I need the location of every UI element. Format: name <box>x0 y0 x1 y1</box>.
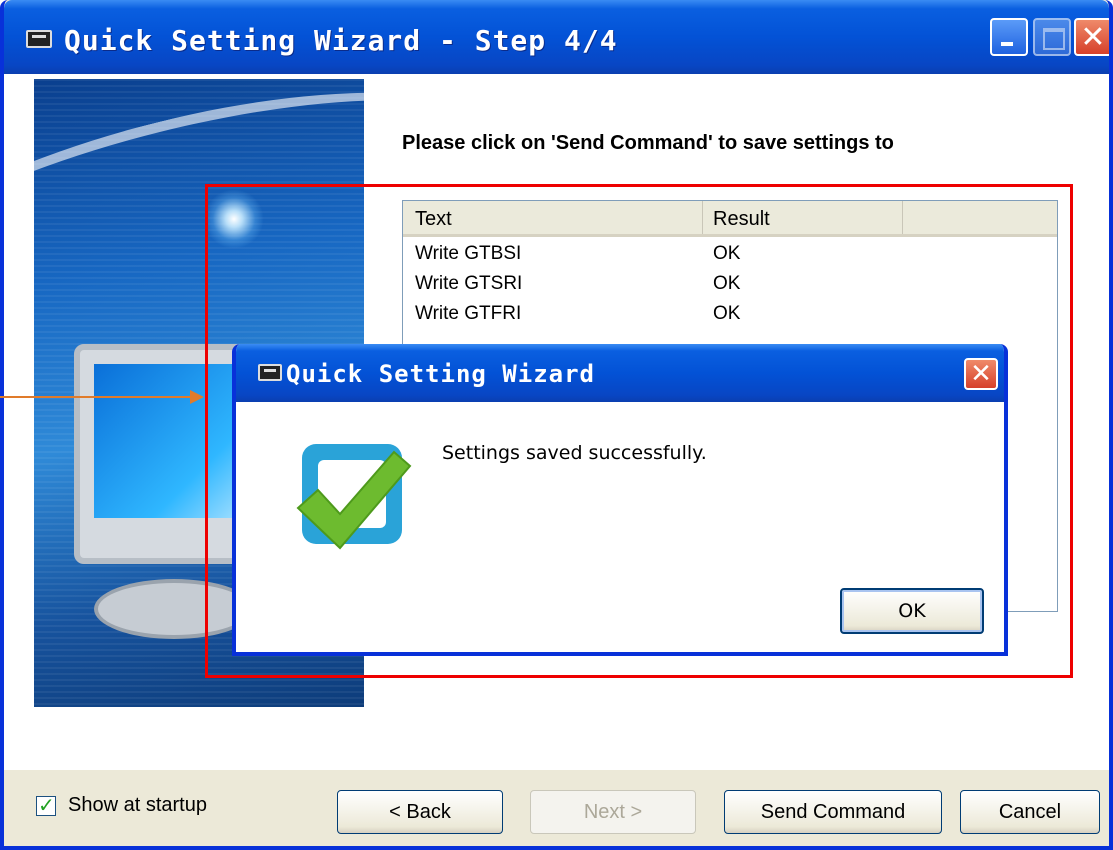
instruction-text: Please click on 'Send Command' to save s… <box>402 132 894 154</box>
dialog-title: Quick Setting Wizard <box>286 360 595 388</box>
window-title: Quick Setting Wizard - Step 4/4 <box>64 24 618 57</box>
close-button[interactable]: ✕ <box>1074 18 1109 56</box>
dialog-ok-button[interactable]: OK <box>840 588 984 634</box>
wizard-footer: Show at startup < Back Next > Send Comma… <box>4 770 1109 846</box>
title-bar[interactable]: Quick Setting Wizard - Step 4/4 ✕ <box>4 0 1109 74</box>
next-button: Next > <box>530 790 696 834</box>
back-button[interactable]: < Back <box>337 790 503 834</box>
success-checkmark-icon <box>296 444 412 550</box>
show-at-startup-checkbox[interactable] <box>36 793 56 817</box>
send-command-button[interactable]: Send Command <box>724 790 942 834</box>
dialog-close-button[interactable]: ✕ <box>964 358 998 390</box>
app-icon <box>26 30 52 48</box>
maximize-button <box>1033 18 1071 56</box>
dialog-message: Settings saved successfully. <box>442 442 707 464</box>
annotation-arrow-line <box>0 396 196 398</box>
success-dialog: Quick Setting Wizard ✕ Settings saved su… <box>232 344 1008 656</box>
close-icon: ✕ <box>1080 19 1106 55</box>
annotation-arrow-head <box>190 390 204 404</box>
dialog-title-bar[interactable]: Quick Setting Wizard ✕ <box>236 344 1004 402</box>
minimize-button[interactable] <box>990 18 1028 56</box>
show-at-startup-label[interactable]: Show at startup <box>68 794 207 817</box>
dialog-app-icon <box>258 364 282 381</box>
cancel-button[interactable]: Cancel <box>960 790 1100 834</box>
